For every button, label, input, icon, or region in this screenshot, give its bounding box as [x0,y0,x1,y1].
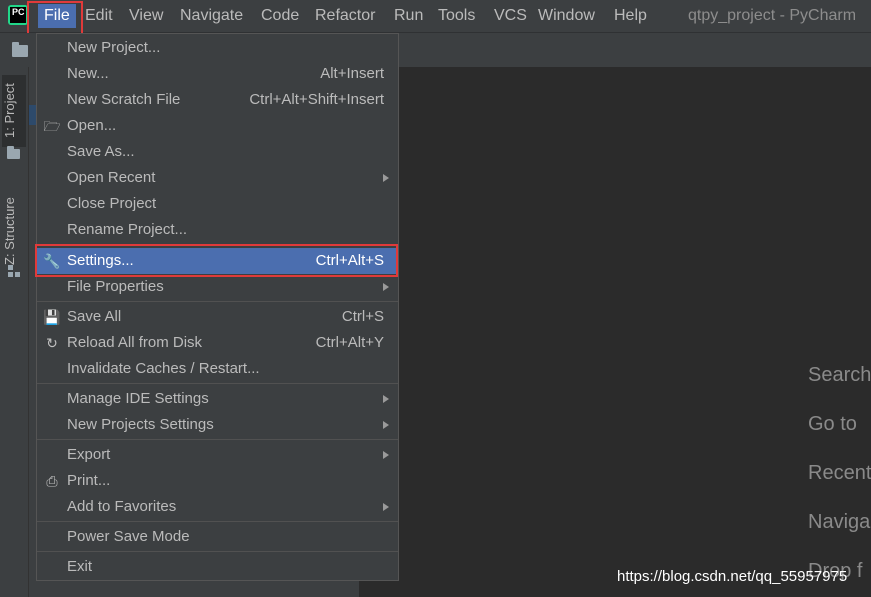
printer-icon: ⎙ [46,473,58,489]
submenu-arrow-icon [383,395,389,403]
structure-icon [8,265,20,277]
menu-bar: PC File Edit View Navigate Code Refactor… [0,0,871,33]
settings-highlight [35,244,398,277]
menu-separator [37,301,398,302]
menu-run[interactable]: Run [394,6,423,26]
menu-item-new-project[interactable]: New Project... [37,35,398,61]
reload-icon: ↻ [46,335,58,351]
menu-window[interactable]: Window [538,6,595,26]
menu-code[interactable]: Code [261,6,299,26]
menu-item-save-as[interactable]: Save As... [37,139,398,165]
project-folder-icon [7,146,20,159]
watermark: https://blog.csdn.net/qq_55957975 [617,568,848,585]
menu-item-add-to-favorites[interactable]: Add to Favorites [37,494,398,520]
menu-vcs[interactable]: VCS [494,6,527,26]
menu-separator [37,383,398,384]
menu-help[interactable]: Help [614,6,647,26]
menu-item-invalidate-caches[interactable]: Invalidate Caches / Restart... [37,356,398,382]
file-menu-dropdown: New Project... New... Alt+Insert New Scr… [36,33,399,581]
menu-tools[interactable]: Tools [438,6,475,26]
menu-item-rename-project[interactable]: Rename Project... [37,217,398,243]
file-menu-highlight [27,1,83,37]
hint-search: Search [808,364,871,386]
menu-item-open[interactable]: 🗁 Open... [37,113,398,139]
menu-view[interactable]: View [129,6,163,26]
menu-item-reload-all[interactable]: ↻ Reload All from Disk Ctrl+Alt+Y [37,330,398,356]
menu-separator [37,551,398,552]
window-title: qtpy_project - PyCharm [688,7,857,24]
hint-navigate: Naviga [808,511,871,533]
submenu-arrow-icon [383,503,389,511]
menu-edit[interactable]: Edit [85,6,113,26]
menu-refactor[interactable]: Refactor [315,6,375,26]
submenu-arrow-icon [383,451,389,459]
hint-recent: Recent [808,462,871,484]
menu-separator [37,521,398,522]
menu-separator [37,439,398,440]
editor-area [359,67,871,597]
menu-item-manage-ide-settings[interactable]: Manage IDE Settings [37,386,398,412]
menu-item-file-properties[interactable]: File Properties [37,274,398,300]
menu-item-new-scratch-file[interactable]: New Scratch File Ctrl+Alt+Shift+Insert [37,87,398,113]
menu-navigate[interactable]: Navigate [180,6,243,26]
submenu-arrow-icon [383,283,389,291]
menu-item-exit[interactable]: Exit [37,554,398,580]
menu-item-open-recent[interactable]: Open Recent [37,165,398,191]
save-icon: 💾 [43,309,61,325]
pycharm-logo-icon: PC [8,5,28,25]
menu-item-new-projects-settings[interactable]: New Projects Settings [37,412,398,438]
tab-project[interactable]: 1: Project [2,75,26,147]
submenu-arrow-icon [383,421,389,429]
folder-icon[interactable] [12,42,28,57]
left-tool-strip: 1: Project Z: Structure [0,67,29,597]
menu-item-power-save-mode[interactable]: Power Save Mode [37,524,398,550]
open-folder-icon: 🗁 [43,118,61,134]
menu-item-save-all[interactable]: 💾 Save All Ctrl+S [37,304,398,330]
menu-item-export[interactable]: Export [37,442,398,468]
menu-item-print[interactable]: ⎙ Print... [37,468,398,494]
hint-goto: Go to [808,413,857,435]
submenu-arrow-icon [383,174,389,182]
menu-item-new[interactable]: New... Alt+Insert [37,61,398,87]
menu-item-close-project[interactable]: Close Project [37,191,398,217]
